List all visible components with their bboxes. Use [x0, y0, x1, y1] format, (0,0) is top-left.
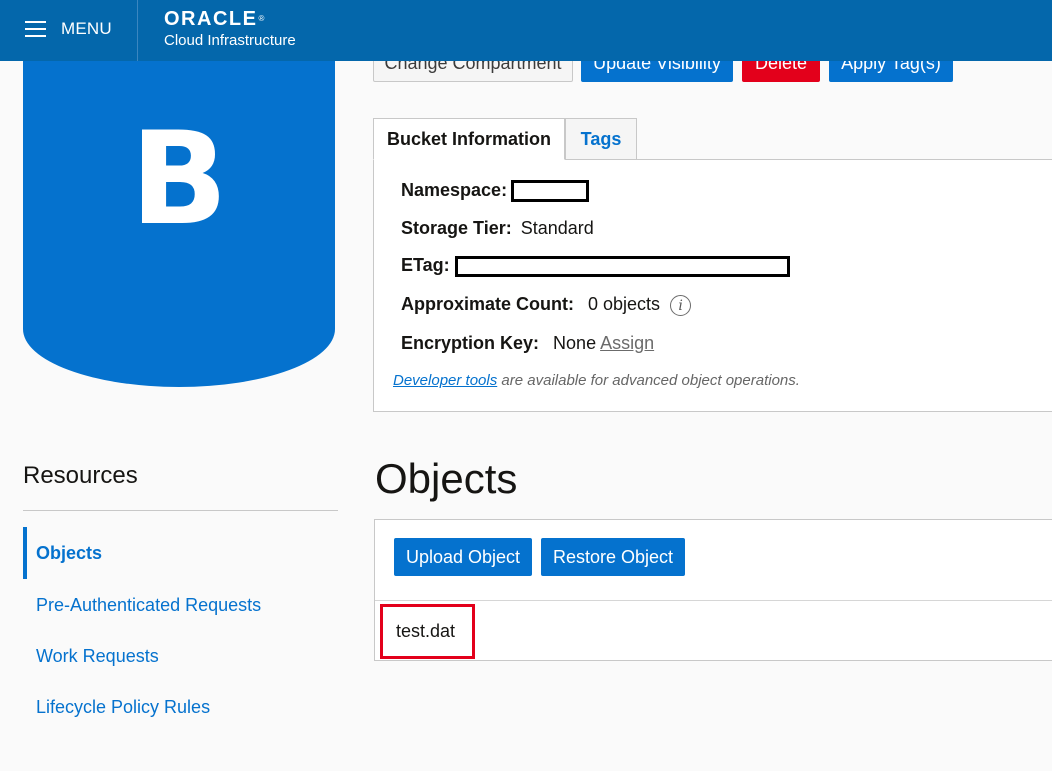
info-icon[interactable]: i — [670, 294, 692, 316]
developer-tools-link[interactable]: Developer tools — [393, 372, 497, 389]
sidebar-item-lifecycle-policy-rules[interactable]: Lifecycle Policy Rules — [23, 681, 338, 733]
objects-panel: Upload Object Restore Object test.dat — [374, 519, 1052, 661]
etag-value-redacted — [454, 255, 790, 277]
approximate-count-value: 0 objects — [588, 294, 661, 314]
approximate-count-row: Approximate Count: 0 objects i — [401, 294, 692, 316]
namespace-row: Namespace: — [401, 180, 590, 203]
brand-subtitle: Cloud Infrastructure — [164, 32, 296, 49]
menu-button[interactable]: MENU — [0, 0, 137, 61]
bucket-badge-letter: B — [130, 105, 228, 254]
oracle-cloud-logo[interactable]: ORACLE® Cloud Infrastructure — [164, 8, 296, 50]
sidebar-item-work-requests[interactable]: Work Requests — [23, 630, 338, 682]
sidebar-item-objects[interactable]: Objects — [23, 527, 338, 579]
tab-bucket-information[interactable]: Bucket Information — [373, 118, 565, 160]
assign-key-link[interactable]: Assign — [600, 333, 654, 353]
list-item[interactable]: test.dat — [380, 604, 476, 659]
bucket-badge-icon: B — [23, 20, 335, 387]
top-navigation-bar: MENU ORACLE® Cloud Infrastructure — [0, 0, 1052, 61]
header-divider — [137, 0, 138, 61]
approximate-count-label: Approximate Count: — [401, 294, 574, 314]
storage-tier-label: Storage Tier: — [401, 218, 512, 238]
hamburger-icon — [25, 21, 46, 38]
etag-label: ETag: — [401, 255, 450, 275]
object-name[interactable]: test.dat — [396, 621, 455, 641]
upload-object-button[interactable]: Upload Object — [394, 538, 532, 576]
namespace-label: Namespace: — [401, 180, 508, 200]
tab-tags[interactable]: Tags — [565, 118, 637, 160]
resources-divider — [23, 510, 338, 511]
objects-title: Objects — [375, 455, 518, 502]
resources-heading: Resources — [23, 462, 138, 489]
bucket-information-panel: Namespace: Storage Tier: Standard ETag: A… — [373, 159, 1052, 412]
restore-object-button[interactable]: Restore Object — [541, 538, 685, 576]
sidebar-item-pre-authenticated-requests[interactable]: Pre-Authenticated Requests — [23, 579, 338, 631]
encryption-key-label: Encryption Key: — [401, 333, 540, 353]
brand-name: ORACLE — [164, 8, 258, 30]
storage-tier-row: Storage Tier: Standard — [401, 218, 594, 239]
namespace-value-redacted — [511, 180, 590, 203]
encryption-key-row: Encryption Key: None Assign — [401, 333, 654, 354]
brand-mark: ® — [258, 14, 266, 23]
menu-label: MENU — [61, 19, 112, 38]
etag-row: ETag: — [401, 255, 790, 277]
objects-toolbar-divider — [375, 600, 1052, 601]
developer-tools-text: are available for advanced object operat… — [501, 372, 800, 389]
encryption-key-value: None — [553, 333, 597, 353]
storage-tier-value: Standard — [520, 218, 594, 238]
developer-tools-note: Developer tools are available for advanc… — [393, 372, 800, 389]
